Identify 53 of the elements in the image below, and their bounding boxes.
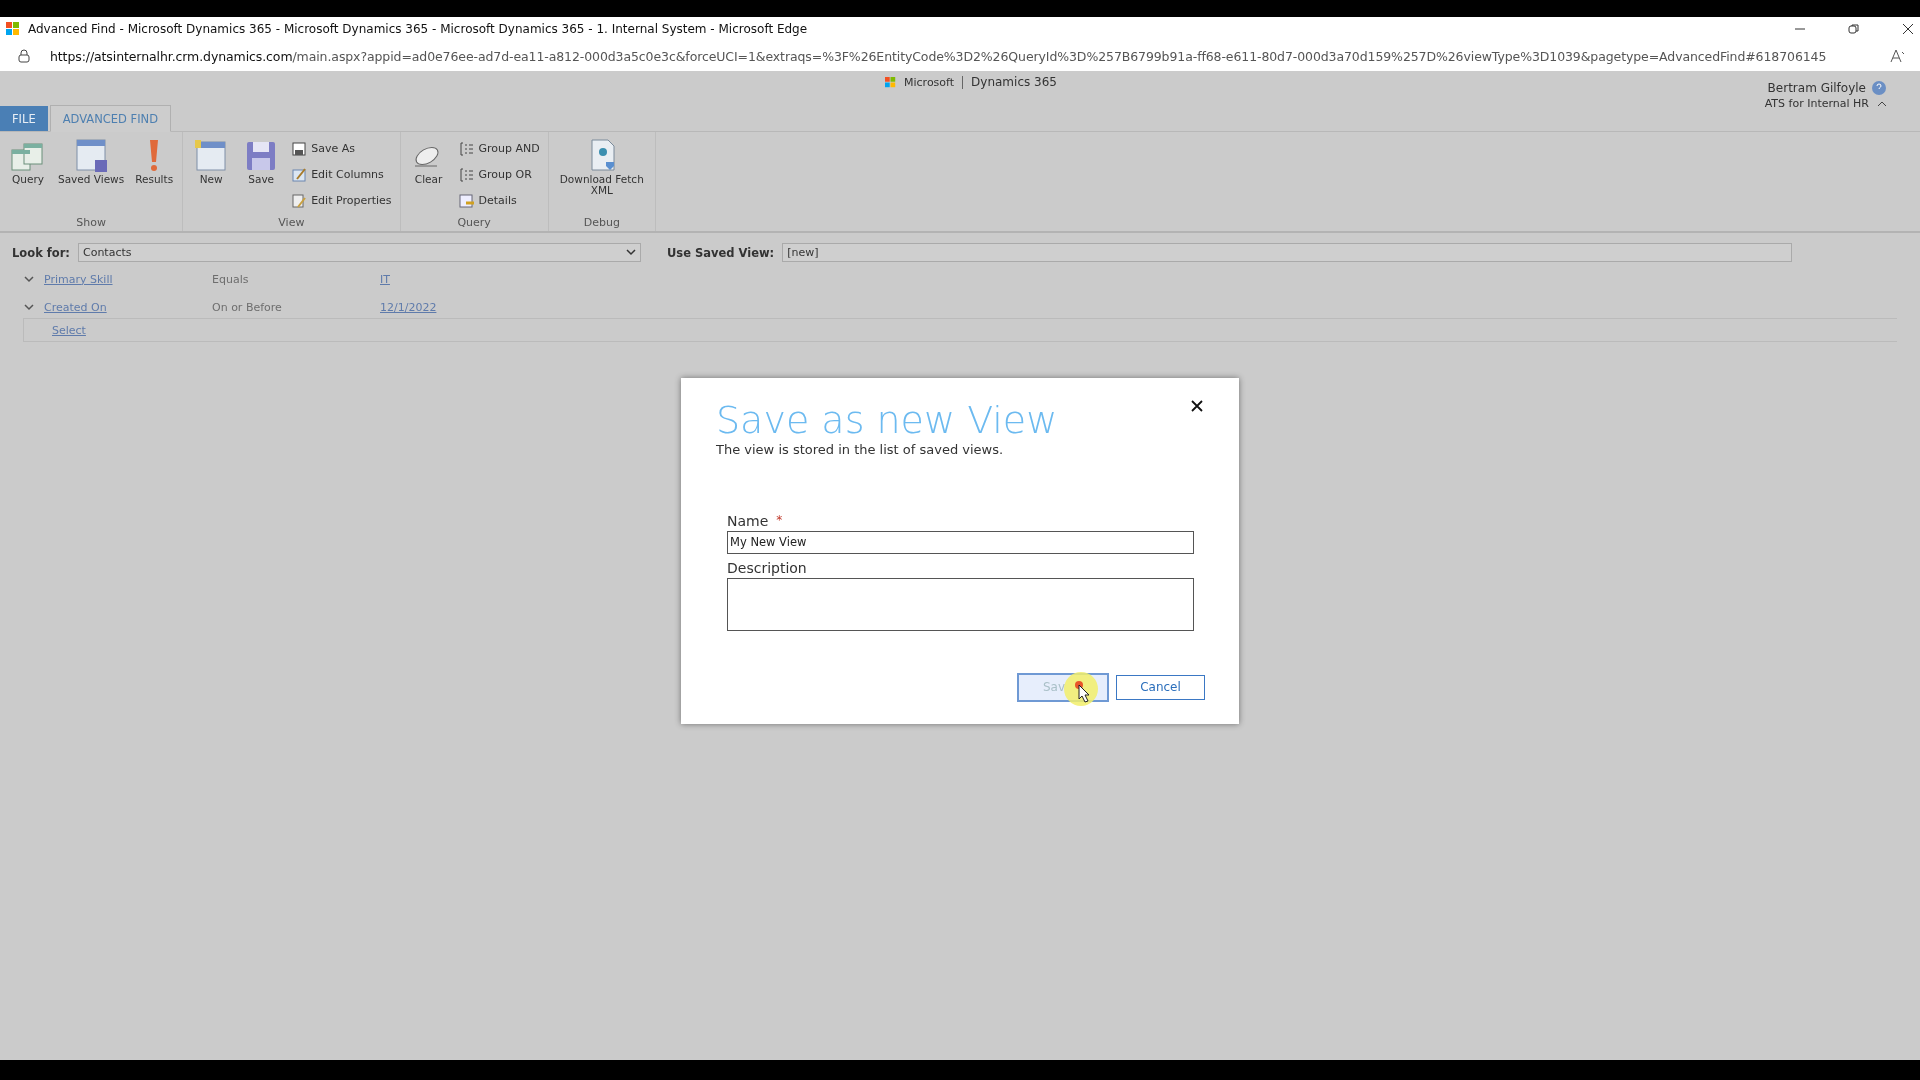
- ribbon-button[interactable]: Edit Properties: [291, 190, 392, 211]
- edit-properties-icon: [291, 192, 308, 209]
- brand-name: Microsoft: [904, 75, 955, 89]
- caret-icon[interactable]: [1877, 99, 1887, 108]
- ribbon-button[interactable]: Details: [458, 190, 540, 211]
- description-input[interactable]: [727, 577, 1194, 631]
- group-label: Query: [456, 216, 492, 229]
- ribbon-tab[interactable]: FILE: [0, 106, 48, 131]
- microsoft-logo-icon: [885, 76, 896, 88]
- close-icon: [1191, 400, 1203, 412]
- chevron-down-icon[interactable]: [24, 303, 34, 311]
- chevron-down-icon: [625, 249, 636, 256]
- saved-views-icon: [73, 138, 110, 172]
- ribbon-button[interactable]: Save As: [291, 138, 392, 159]
- group-icon: [458, 140, 475, 157]
- lock-icon: [18, 49, 30, 63]
- read-aloud-icon[interactable]: [1890, 49, 1906, 63]
- exclamation-icon: [148, 138, 161, 172]
- user-name[interactable]: Bertram Gilfoyle: [1767, 81, 1866, 95]
- group-icon: [458, 166, 475, 183]
- details-icon: [458, 192, 475, 209]
- close-icon[interactable]: [1902, 23, 1914, 35]
- ribbon-button[interactable]: Group OR: [458, 164, 540, 185]
- saved-view-label: Use Saved View:: [666, 245, 775, 260]
- group-label: Debug: [582, 216, 621, 229]
- name-input[interactable]: My New View: [727, 530, 1194, 554]
- required-mark: *: [776, 512, 783, 529]
- look-for-dropdown[interactable]: Contacts: [77, 243, 641, 262]
- window-title: Advanced Find - Microsoft Dynamics 365 - Microsoft Dynamics 365 - Microsoft Dynamics 365 - 1. Internal System - Microsoft Edge: [28, 22, 809, 36]
- description-label: Description: [727, 559, 807, 576]
- ribbon-button[interactable]: Download Fetch XML: [556, 138, 647, 216]
- ribbon-button[interactable]: Edit Columns: [291, 164, 392, 185]
- look-for-label: Look for:: [12, 245, 70, 260]
- group-label: View: [277, 216, 306, 229]
- ribbon-button[interactable]: Query: [8, 138, 48, 216]
- name-label: Name: [727, 512, 769, 529]
- ribbon-button[interactable]: Clear: [408, 138, 449, 216]
- ribbon-button[interactable]: New: [191, 138, 232, 216]
- ribbon-button[interactable]: Results: [134, 138, 175, 216]
- group-label: Show: [75, 216, 107, 229]
- organization-name: ATS for Internal HR: [1764, 97, 1869, 110]
- dialog-subtitle: The view is stored in the list of saved views.: [716, 441, 1005, 457]
- ribbon-button[interactable]: Group AND: [458, 138, 540, 159]
- restore-icon[interactable]: [1848, 23, 1860, 35]
- ribbon-button[interactable]: Save: [241, 138, 282, 216]
- ribbon-button[interactable]: Saved Views: [58, 138, 125, 216]
- windows-logo-icon: [6, 22, 20, 36]
- product-name: Dynamics 365: [971, 75, 1057, 89]
- edit-columns-icon: [291, 166, 308, 183]
- chevron-down-icon[interactable]: [24, 275, 34, 283]
- dialog-title: Save as new View: [716, 397, 1058, 442]
- cancel-button[interactable]: Cancel: [1116, 674, 1205, 700]
- saved-view-dropdown[interactable]: [new]: [782, 243, 1793, 262]
